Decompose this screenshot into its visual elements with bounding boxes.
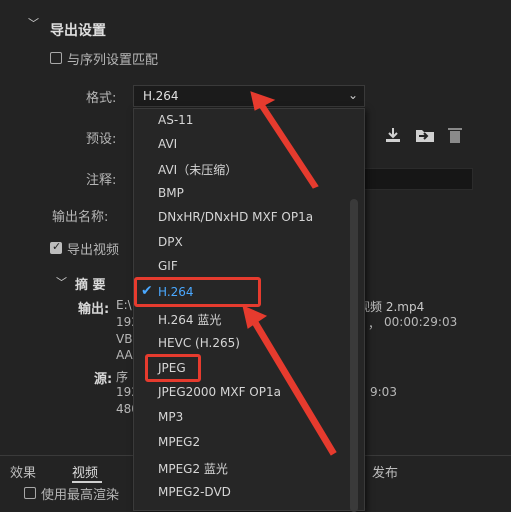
annotation-arrows [242,91,337,456]
arrow-to-format-shaft [258,103,319,189]
arrow-to-h264-shaft [251,319,337,456]
